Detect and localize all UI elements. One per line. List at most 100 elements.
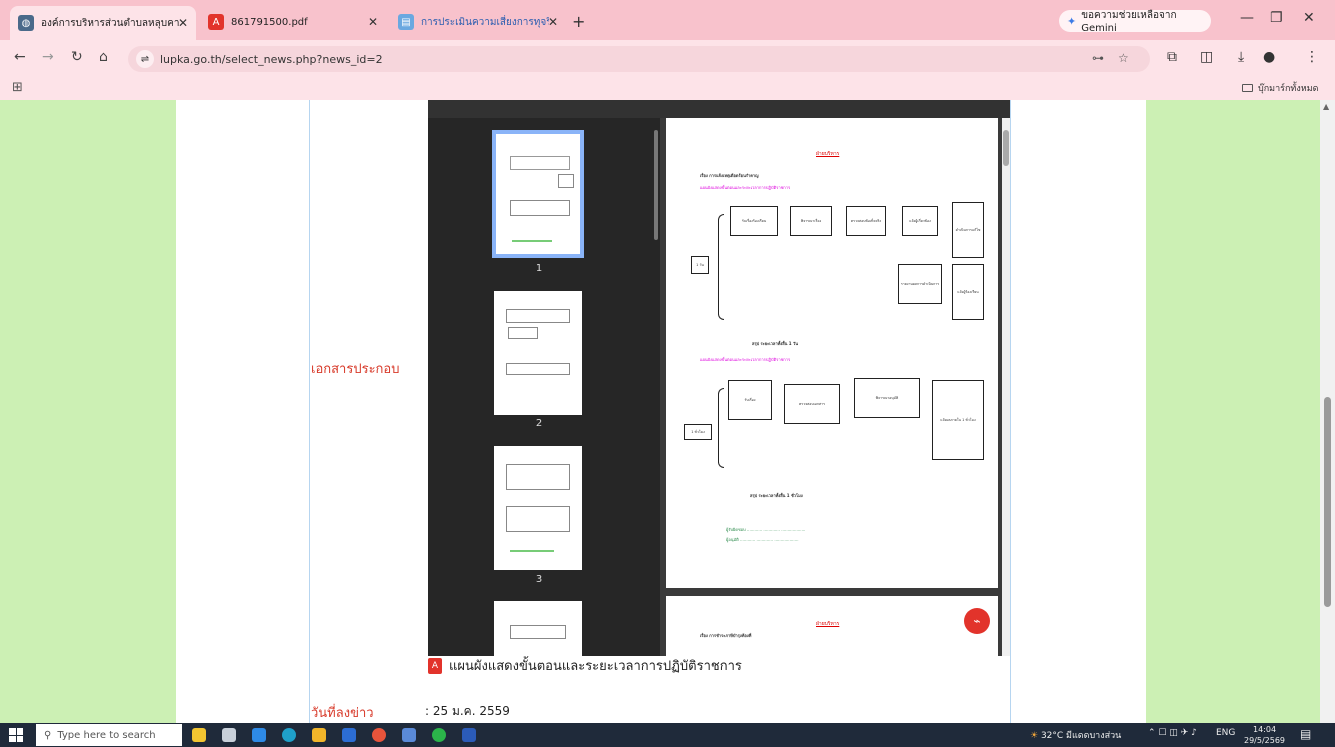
tab-title: การประเมินความเสี่ยงการทุจริตในการ xyxy=(421,16,549,28)
close-tab-icon[interactable]: ✕ xyxy=(368,15,378,29)
toolbar: ← → ↻ ⌂ ⇌ lupka.go.th/select_news.php?ne… xyxy=(0,40,1335,76)
flow-step-box: แจ้งผลภายใน 1 ชั่วโมง xyxy=(932,380,984,460)
line-icon[interactable] xyxy=(432,728,446,742)
windows-start-icon[interactable] xyxy=(9,728,23,742)
thumbnail-number: 3 xyxy=(535,574,543,585)
app-icon[interactable] xyxy=(252,728,266,742)
flow-step-box: รับเรื่อง xyxy=(728,380,772,420)
restore-button[interactable]: ❐ xyxy=(1270,10,1283,26)
weather-widget[interactable]: ☀ 32°C มีแดดบางส่วน xyxy=(1030,728,1121,742)
flow-step-box: รับเรื่องร้องเรียน xyxy=(730,206,778,236)
tab-pdf[interactable]: A 861791500.pdf ✕ xyxy=(200,8,386,36)
flow-summary: สรุป ระยะเวลาทั้งสิ้น 1 วัน xyxy=(752,341,798,346)
taskbar: ⚲ Type here to search ☀ 32°C มีแดดบางส่ว… xyxy=(0,723,1335,747)
menu-icon[interactable]: ⋮ xyxy=(1305,49,1319,65)
flow-subtitle: แผนผังแสดงขั้นตอนและระยะเวลาการปฏิบัติรา… xyxy=(700,185,791,190)
notifications-icon[interactable]: ▤ xyxy=(1300,727,1311,741)
web-page: เอกสารประกอบ 1 2 3 ฝ่ายบริหาร เรื่อง การ… xyxy=(0,100,1335,723)
close-window-button[interactable]: ✕ xyxy=(1303,10,1315,26)
task-view-icon[interactable] xyxy=(222,728,236,742)
flow-summary: สรุป ระยะเวลาทั้งสิ้น 1 ชั่วโมง xyxy=(750,493,803,498)
gemini-star-icon: ✦ xyxy=(1067,14,1077,28)
scrollbar-thumb[interactable] xyxy=(1324,397,1331,607)
all-bookmarks-folder[interactable]: บุ๊กมาร์กทั้งหมด xyxy=(1242,81,1318,95)
flow-step-box: ดำเนินการแก้ไข xyxy=(952,202,984,258)
gemini-label: ขอความช่วยเหลือจาก Gemini xyxy=(1081,10,1177,34)
tab-title: องค์การบริหารส่วนตำบลหลุบคา อำเภ xyxy=(41,17,181,29)
thumbnail-pane: 1 2 3 xyxy=(428,118,660,723)
forward-button[interactable]: → xyxy=(42,49,54,65)
page-thumbnail[interactable] xyxy=(494,291,582,415)
site-info-icon[interactable]: ⇌ xyxy=(136,50,154,68)
flow-step-box: แจ้งผู้ร้องเรียน xyxy=(952,264,984,320)
thumbnail-number: 1 xyxy=(535,263,543,274)
tab-lupka[interactable]: ◍ องค์การบริหารส่วนตำบลหลุบคา อำเภ ✕ xyxy=(10,6,196,40)
thumbnail-scrollbar[interactable] xyxy=(652,118,660,656)
page-thumbnail[interactable] xyxy=(494,446,582,570)
weather-icon: ☀ xyxy=(1030,731,1039,741)
password-key-icon[interactable]: ⊶ xyxy=(1092,51,1104,65)
pdf-download-link[interactable]: A แผนผังแสดงขั้นตอนและระยะเวลาการปฏิบัติ… xyxy=(428,655,742,676)
column-divider xyxy=(309,100,310,723)
bookmark-star-icon[interactable]: ☆ xyxy=(1118,51,1129,65)
flow-step-box: ตรวจสอบเอกสาร xyxy=(784,384,840,424)
taskbar-search[interactable]: ⚲ Type here to search xyxy=(36,724,182,746)
site-icon: ▤ xyxy=(398,14,414,30)
widgets-icon[interactable] xyxy=(192,728,206,742)
close-tab-icon[interactable]: ✕ xyxy=(178,16,188,30)
home-button[interactable]: ⌂ xyxy=(99,49,108,65)
bookmark-folder-label: บุ๊กมาร์กทั้งหมด xyxy=(1258,84,1319,94)
flow-step-box: รายงานผลการดำเนินการ xyxy=(898,264,942,304)
reading-mode-icon[interactable]: ◫ xyxy=(1200,49,1213,65)
pdf-viewer[interactable]: 1 2 3 ฝ่ายบริหาร เรื่อง การแจ้งเหตุเดือด… xyxy=(428,100,1010,723)
folder-icon xyxy=(1242,84,1253,92)
flow-subtitle: แผนผังแสดงขั้นตอนและระยะเวลาการปฏิบัติรา… xyxy=(700,357,791,362)
responsible-line: ผู้รับผิดชอบ ............ ............. … xyxy=(726,527,806,532)
page-thumbnail[interactable] xyxy=(492,130,584,258)
bookmarks-bar: ⊞ บุ๊กมาร์กทั้งหมด xyxy=(0,76,1335,100)
responsible-line: ผู้อนุมัติ ............ ............. ..… xyxy=(726,537,799,542)
flow-side-box: 1 วัน xyxy=(691,256,709,274)
browser-window: ◍ องค์การบริหารส่วนตำบลหลุบคา อำเภ ✕ A 8… xyxy=(0,0,1335,747)
language-indicator[interactable]: ENG xyxy=(1216,728,1235,738)
extensions-icon[interactable]: ⧉ xyxy=(1167,49,1177,65)
minimize-button[interactable]: — xyxy=(1240,10,1254,26)
document-pane: ฝ่ายบริหาร เรื่อง การแจ้งเหตุเดือดร้อนรำ… xyxy=(660,118,1010,666)
flow-step-box: ตรวจสอบข้อเท็จจริง xyxy=(846,206,886,236)
page-title-line: เรื่อง การชำระภาษีบำรุงท้องที่ xyxy=(700,633,752,638)
edge-icon[interactable] xyxy=(282,728,296,742)
search-icon: ⚲ xyxy=(44,729,52,741)
pdf-page: ฝ่ายบริหาร เรื่อง การแจ้งเหตุเดือดร้อนรำ… xyxy=(666,118,998,588)
page-scrollbar[interactable]: ▲ xyxy=(1320,100,1335,723)
address-bar[interactable]: ⇌ lupka.go.th/select_news.php?news_id=2 … xyxy=(128,46,1150,72)
reload-button[interactable]: ↻ xyxy=(71,49,83,65)
apps-icon[interactable]: ⊞ xyxy=(12,80,23,95)
flow-step-box: พิจารณาเรื่อง xyxy=(790,206,832,236)
chrome-icon[interactable] xyxy=(372,728,386,742)
flow-step-box: พิจารณาอนุมัติ xyxy=(854,378,920,418)
profile-avatar-icon[interactable]: ● xyxy=(1263,49,1275,65)
flow-side-box: 1 ชั่วโมง xyxy=(684,424,712,440)
new-tab-button[interactable]: + xyxy=(572,12,585,31)
file-explorer-icon[interactable] xyxy=(312,728,326,742)
tab-assessment[interactable]: ▤ การประเมินความเสี่ยงการทุจริตในการ ✕ xyxy=(390,8,566,36)
page-header: ฝ่ายบริหาร xyxy=(816,621,840,627)
flow-step-box: แจ้งผู้เกี่ยวข้อง xyxy=(902,206,938,236)
store-icon[interactable] xyxy=(342,728,356,742)
tray-icons[interactable]: ⌃ ☐ ◫ ✈ ♪ xyxy=(1148,728,1197,738)
tab-strip: ◍ องค์การบริหารส่วนตำบลหลุบคา อำเภ ✕ A 8… xyxy=(0,0,1335,40)
pdf-file-icon: A xyxy=(428,657,442,674)
download-icon[interactable]: ⤓ xyxy=(1238,49,1244,65)
app-icon[interactable] xyxy=(402,728,416,742)
date-value: : 25 ม.ค. 2559 xyxy=(425,704,510,718)
globe-icon: ◍ xyxy=(18,15,34,31)
document-scrollbar[interactable] xyxy=(1002,118,1010,656)
back-button[interactable]: ← xyxy=(14,49,26,65)
word-icon[interactable] xyxy=(462,728,476,742)
gemini-button[interactable]: ✦ ขอความช่วยเหลือจาก Gemini xyxy=(1059,10,1211,34)
close-tab-icon[interactable]: ✕ xyxy=(548,15,558,29)
scroll-up-icon[interactable]: ▲ xyxy=(1323,102,1329,111)
pdf-link-text: แผนผังแสดงขั้นตอนและระยะเวลาการปฏิบัติรา… xyxy=(449,659,742,674)
date-label: วันที่ลงข่าว xyxy=(311,706,374,721)
clock[interactable]: 14:04 29/5/2569 xyxy=(1244,724,1285,746)
